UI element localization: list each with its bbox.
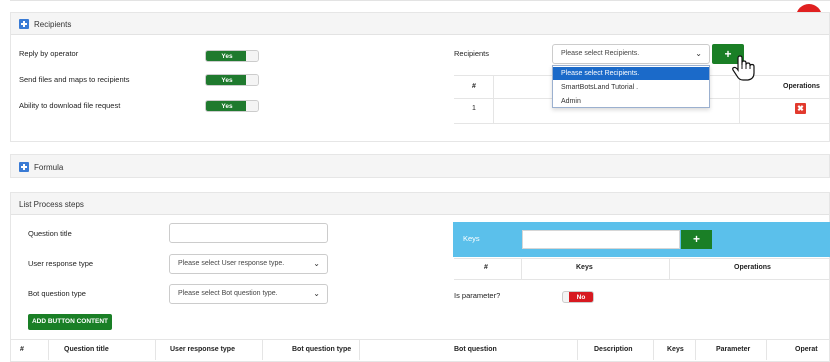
keys-table-header-operations: Operations [734,264,771,271]
download-file-label: Ability to download file request [19,101,121,110]
bot-question-select[interactable]: Please select Bot question type. ⌄ [169,284,328,304]
table-header-operations: Operations [783,83,820,90]
recipients-label: Recipients [454,49,490,58]
chevron-down-icon: ⌄ [313,289,320,298]
user-response-select-value: Please select User response type. [178,260,285,267]
recipients-select-value: Please select Recipients. [561,50,640,57]
toggle-yes-label: Yes [206,75,248,85]
send-files-toggle[interactable]: Yes [205,74,259,86]
toggle-yes-label: Yes [206,101,248,111]
steps-header-keys: Keys [667,346,684,353]
top-divider [10,0,830,1]
expand-plus-icon[interactable] [19,162,29,172]
process-header: List Process steps [11,193,829,215]
steps-header-bot-question: Bot question [454,346,497,353]
process-title: List Process steps [19,200,84,209]
steps-header-bot-question-type: Bot question type [292,346,352,353]
dropdown-option[interactable]: SmartBotsLand Tutorial . [553,81,709,94]
user-response-select[interactable]: Please select User response type. ⌄ [169,254,328,274]
recipients-title: Recipients [34,20,72,29]
delete-icon[interactable]: ✖ [795,103,806,114]
formula-title[interactable]: Formula [34,163,63,172]
user-response-label: User response type [28,259,94,268]
is-parameter-label: Is parameter? [454,291,501,300]
steps-header-parameter: Parameter [716,346,751,353]
steps-header-user-response: User response type [170,346,235,353]
download-file-toggle[interactable]: Yes [205,100,259,112]
recipients-select[interactable]: Please select Recipients. ⌄ [552,44,710,64]
add-button-content-button[interactable]: ADD BUTTON CONTENT [28,314,112,330]
steps-header-operations: Operat [795,346,818,353]
keys-table-header-keys: Keys [576,264,593,271]
steps-header-num: # [20,346,24,353]
keys-input[interactable] [522,230,680,249]
bot-question-select-value: Please select Bot question type. [178,290,278,297]
chevron-down-icon: ⌄ [313,259,320,268]
toggle-no-label: No [569,292,593,302]
recipients-dropdown: Please select Recipients. SmartBotsLand … [552,65,710,108]
keys-bar: Keys + [453,222,830,257]
recipients-header[interactable]: Recipients [11,13,829,35]
process-panel: List Process steps Question title User r… [10,192,830,362]
dropdown-option[interactable]: Admin [553,95,709,108]
question-title-label: Question title [28,229,72,238]
chevron-down-icon: ⌄ [695,49,702,58]
table-row-num: 1 [472,105,476,112]
reply-by-operator-toggle[interactable]: Yes [205,50,259,62]
steps-header-description: Description [594,346,633,353]
steps-header-question-title: Question title [64,346,109,353]
expand-plus-icon[interactable] [19,19,29,29]
send-files-label: Send files and maps to recipients [19,75,130,84]
keys-add-button[interactable]: + [681,230,712,249]
bot-question-label: Bot question type [28,289,86,298]
reply-by-operator-label: Reply by operator [19,49,79,58]
toggle-yes-label: Yes [206,51,248,61]
table-header-num: # [472,83,476,90]
question-title-input[interactable] [169,223,328,243]
hand-cursor-icon [732,55,755,81]
keys-table-header-num: # [484,264,488,271]
is-parameter-toggle[interactable]: No [562,291,594,303]
keys-label: Keys [463,234,480,243]
dropdown-option[interactable]: Please select Recipients. [553,67,709,80]
formula-panel: Formula [10,154,830,178]
